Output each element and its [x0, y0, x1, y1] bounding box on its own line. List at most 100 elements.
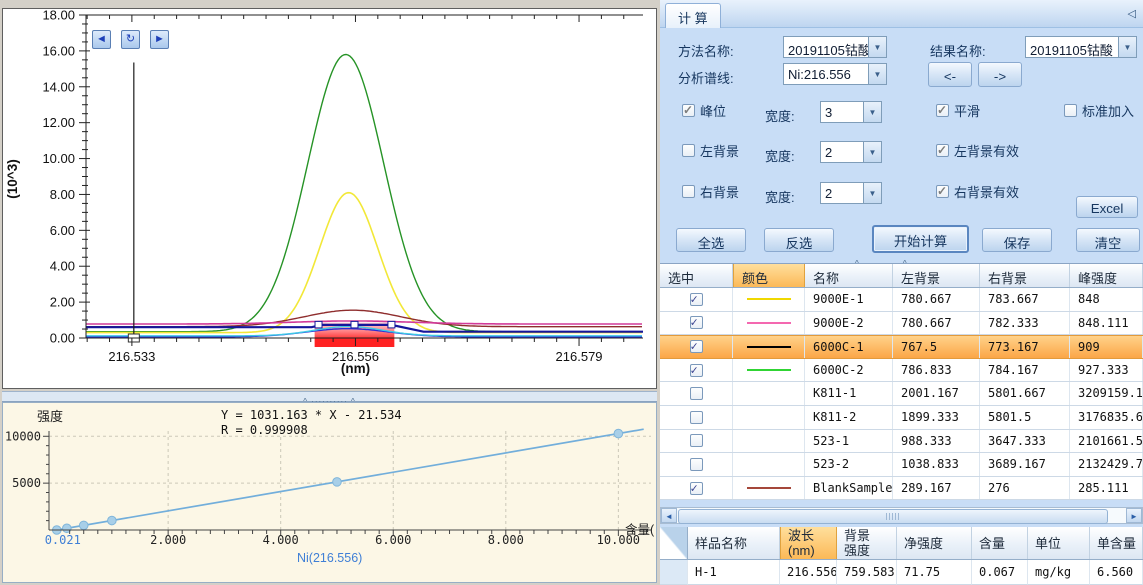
- cell-left-bg: 1899.333: [893, 406, 980, 429]
- dropdown-arrow-icon[interactable]: ▼: [1118, 37, 1136, 57]
- right-background-checkbox-row: 右背景: [682, 183, 739, 199]
- cell-left-bg: 780.667: [893, 288, 980, 311]
- column-header-name[interactable]: 名称: [805, 264, 893, 287]
- cell-left-bg: 289.167: [893, 477, 980, 500]
- column-header-right-bg[interactable]: 右背景: [980, 264, 1070, 287]
- result-row-9000E-1[interactable]: 9000E-1780.667783.667848: [660, 288, 1143, 312]
- column-header-left-bg[interactable]: 左背景: [893, 264, 980, 287]
- tab-bar: 计 算 ◁: [660, 0, 1143, 28]
- next-line-button[interactable]: ->: [978, 62, 1022, 87]
- left-bg-valid-checkbox[interactable]: [936, 144, 949, 157]
- horizontal-splitter[interactable]: ^ ·········· ^: [2, 391, 657, 402]
- previous-line-button[interactable]: <-: [928, 62, 972, 87]
- column-header-net-intensity[interactable]: 净强度: [897, 527, 972, 559]
- scroll-right-button[interactable]: ►: [150, 30, 169, 49]
- result-row-523-1[interactable]: 523-1988.3333647.3332101661.555: [660, 430, 1143, 454]
- cell-peak-intensity: 2132429.778: [1070, 453, 1143, 476]
- scroll-left-button[interactable]: ◄: [92, 30, 111, 49]
- peak-position-checkbox[interactable]: [682, 104, 695, 117]
- calibration-chart-panel[interactable]: 2.0004.0006.0008.00010.0000.021500010000…: [2, 402, 657, 583]
- svg-text:10.00: 10.00: [42, 151, 75, 166]
- column-header-unit-content[interactable]: 单含量: [1090, 527, 1143, 559]
- result-row-9000E-2[interactable]: 9000E-2780.667782.333848.111: [660, 312, 1143, 336]
- scrollbar-right-arrow[interactable]: ►: [1126, 508, 1142, 523]
- column-header-sample-name[interactable]: 样品名称: [688, 527, 780, 559]
- excel-button[interactable]: Excel: [1076, 196, 1138, 218]
- row-checkbox[interactable]: [690, 340, 703, 353]
- cell-right-bg: 3689.167: [980, 453, 1070, 476]
- tab-calculate[interactable]: 计 算: [665, 3, 721, 28]
- scrollbar-left-arrow[interactable]: ◄: [661, 508, 677, 523]
- dropdown-arrow-icon[interactable]: ▼: [863, 142, 881, 162]
- row-selector-cell[interactable]: [660, 560, 688, 585]
- cell-right-bg: 276: [980, 477, 1070, 500]
- table-corner-cell[interactable]: [660, 527, 688, 559]
- sample-row[interactable]: H-1 216.556 759.583 71.75 0.067 mg/kg 6.…: [660, 560, 1143, 585]
- app-window: 216.533216.556216.5790.002.004.006.008.0…: [0, 0, 1143, 585]
- collapse-panel-icon[interactable]: ◁: [1128, 7, 1136, 20]
- left-bg-width-dropdown[interactable]: 2 ▼: [820, 141, 882, 163]
- column-header-content[interactable]: 含量: [972, 527, 1028, 559]
- row-checkbox[interactable]: [690, 364, 703, 377]
- svg-text:0.021: 0.021: [45, 533, 81, 547]
- peak-width-dropdown[interactable]: 3 ▼: [820, 101, 882, 123]
- method-name-dropdown[interactable]: 20191105钴酸 ▼: [783, 36, 887, 58]
- left-background-checkbox-row: 左背景: [682, 142, 739, 158]
- row-checkbox[interactable]: [690, 458, 703, 471]
- analysis-line-dropdown[interactable]: Ni:216.556 ▼: [783, 63, 887, 85]
- result-row-K811-1[interactable]: K811-12001.1675801.6673209159.111: [660, 382, 1143, 406]
- horizontal-scrollbar[interactable]: ◄ ►: [660, 507, 1143, 524]
- smooth-checkbox[interactable]: [936, 104, 949, 117]
- column-header-peak-intensity[interactable]: 峰强度: [1070, 264, 1143, 287]
- cell-name: 9000E-2: [805, 312, 893, 335]
- calibration-plot[interactable]: 2.0004.0006.0008.00010.0000.021500010000…: [3, 403, 656, 582]
- cell-peak-intensity: 848.111: [1070, 312, 1143, 335]
- scrollbar-thumb[interactable]: [678, 509, 1108, 524]
- refresh-button[interactable]: ↻: [121, 30, 140, 49]
- column-header-selected[interactable]: 选中: [660, 264, 733, 287]
- standard-addition-checkbox[interactable]: [1064, 104, 1077, 117]
- cell-peak-intensity: 2101661.555: [1070, 430, 1143, 453]
- svg-text:2.00: 2.00: [50, 295, 75, 310]
- dropdown-arrow-icon[interactable]: ▼: [863, 183, 881, 203]
- column-header-unit[interactable]: 单位: [1028, 527, 1090, 559]
- row-checkbox[interactable]: [690, 482, 703, 495]
- column-header-bg-intensity[interactable]: 背景 强度: [837, 527, 897, 559]
- clear-button[interactable]: 清空: [1076, 228, 1140, 252]
- cell-name: 6000C-2: [805, 359, 893, 382]
- right-bg-width-dropdown[interactable]: 2 ▼: [820, 182, 882, 204]
- result-row-BlankSample1[interactable]: BlankSample1289.167276285.111: [660, 477, 1143, 501]
- dropdown-arrow-icon[interactable]: ▼: [868, 64, 886, 84]
- save-button[interactable]: 保存: [982, 228, 1052, 252]
- svg-text:(nm): (nm): [341, 361, 370, 376]
- dropdown-arrow-icon[interactable]: ▼: [868, 37, 886, 57]
- result-row-6000C-2[interactable]: 6000C-2786.833784.167927.333: [660, 359, 1143, 383]
- scrollbar-grip-icon: [886, 513, 900, 520]
- result-row-K811-2[interactable]: K811-21899.3335801.53176835.667: [660, 406, 1143, 430]
- column-header-wavelength[interactable]: 波长 (nm): [780, 527, 837, 559]
- row-checkbox[interactable]: [690, 411, 703, 424]
- result-name-dropdown[interactable]: 20191105钴酸 ▼: [1025, 36, 1137, 58]
- row-checkbox[interactable]: [690, 293, 703, 306]
- analysis-line-label: 分析谱线:: [678, 68, 734, 87]
- left-background-checkbox[interactable]: [682, 144, 695, 157]
- select-all-button[interactable]: 全选: [676, 228, 746, 252]
- spectral-chart-panel[interactable]: 216.533216.556216.5790.002.004.006.008.0…: [2, 8, 657, 389]
- dropdown-arrow-icon[interactable]: ▼: [863, 102, 881, 122]
- result-row-523-2[interactable]: 523-21038.8333689.1672132429.778: [660, 453, 1143, 477]
- invert-selection-button[interactable]: 反选: [764, 228, 834, 252]
- spectral-plot[interactable]: 216.533216.556216.5790.002.004.006.008.0…: [3, 9, 656, 388]
- results-table-header: 选中 颜色 名称 左背景 右背景 峰强度: [660, 264, 1143, 288]
- result-row-6000C-1[interactable]: 6000C-1767.5773.167909: [660, 335, 1143, 359]
- row-checkbox[interactable]: [690, 387, 703, 400]
- color-swatch: [747, 487, 791, 489]
- column-header-color[interactable]: 颜色: [733, 264, 805, 287]
- right-background-checkbox[interactable]: [682, 185, 695, 198]
- right-bg-valid-checkbox[interactable]: [936, 185, 949, 198]
- row-checkbox[interactable]: [690, 316, 703, 329]
- row-checkbox[interactable]: [690, 434, 703, 447]
- results-table: 选中 颜色 名称 左背景 右背景 峰强度 9000E-1780.667783.6…: [660, 263, 1143, 500]
- start-calculation-button[interactable]: 开始计算: [872, 225, 969, 253]
- svg-text:含量(: 含量(: [625, 522, 655, 537]
- calculation-panel: 计 算 ◁ 方法名称: 20191105钴酸 ▼ 结果名称: 20191105钴…: [660, 0, 1143, 585]
